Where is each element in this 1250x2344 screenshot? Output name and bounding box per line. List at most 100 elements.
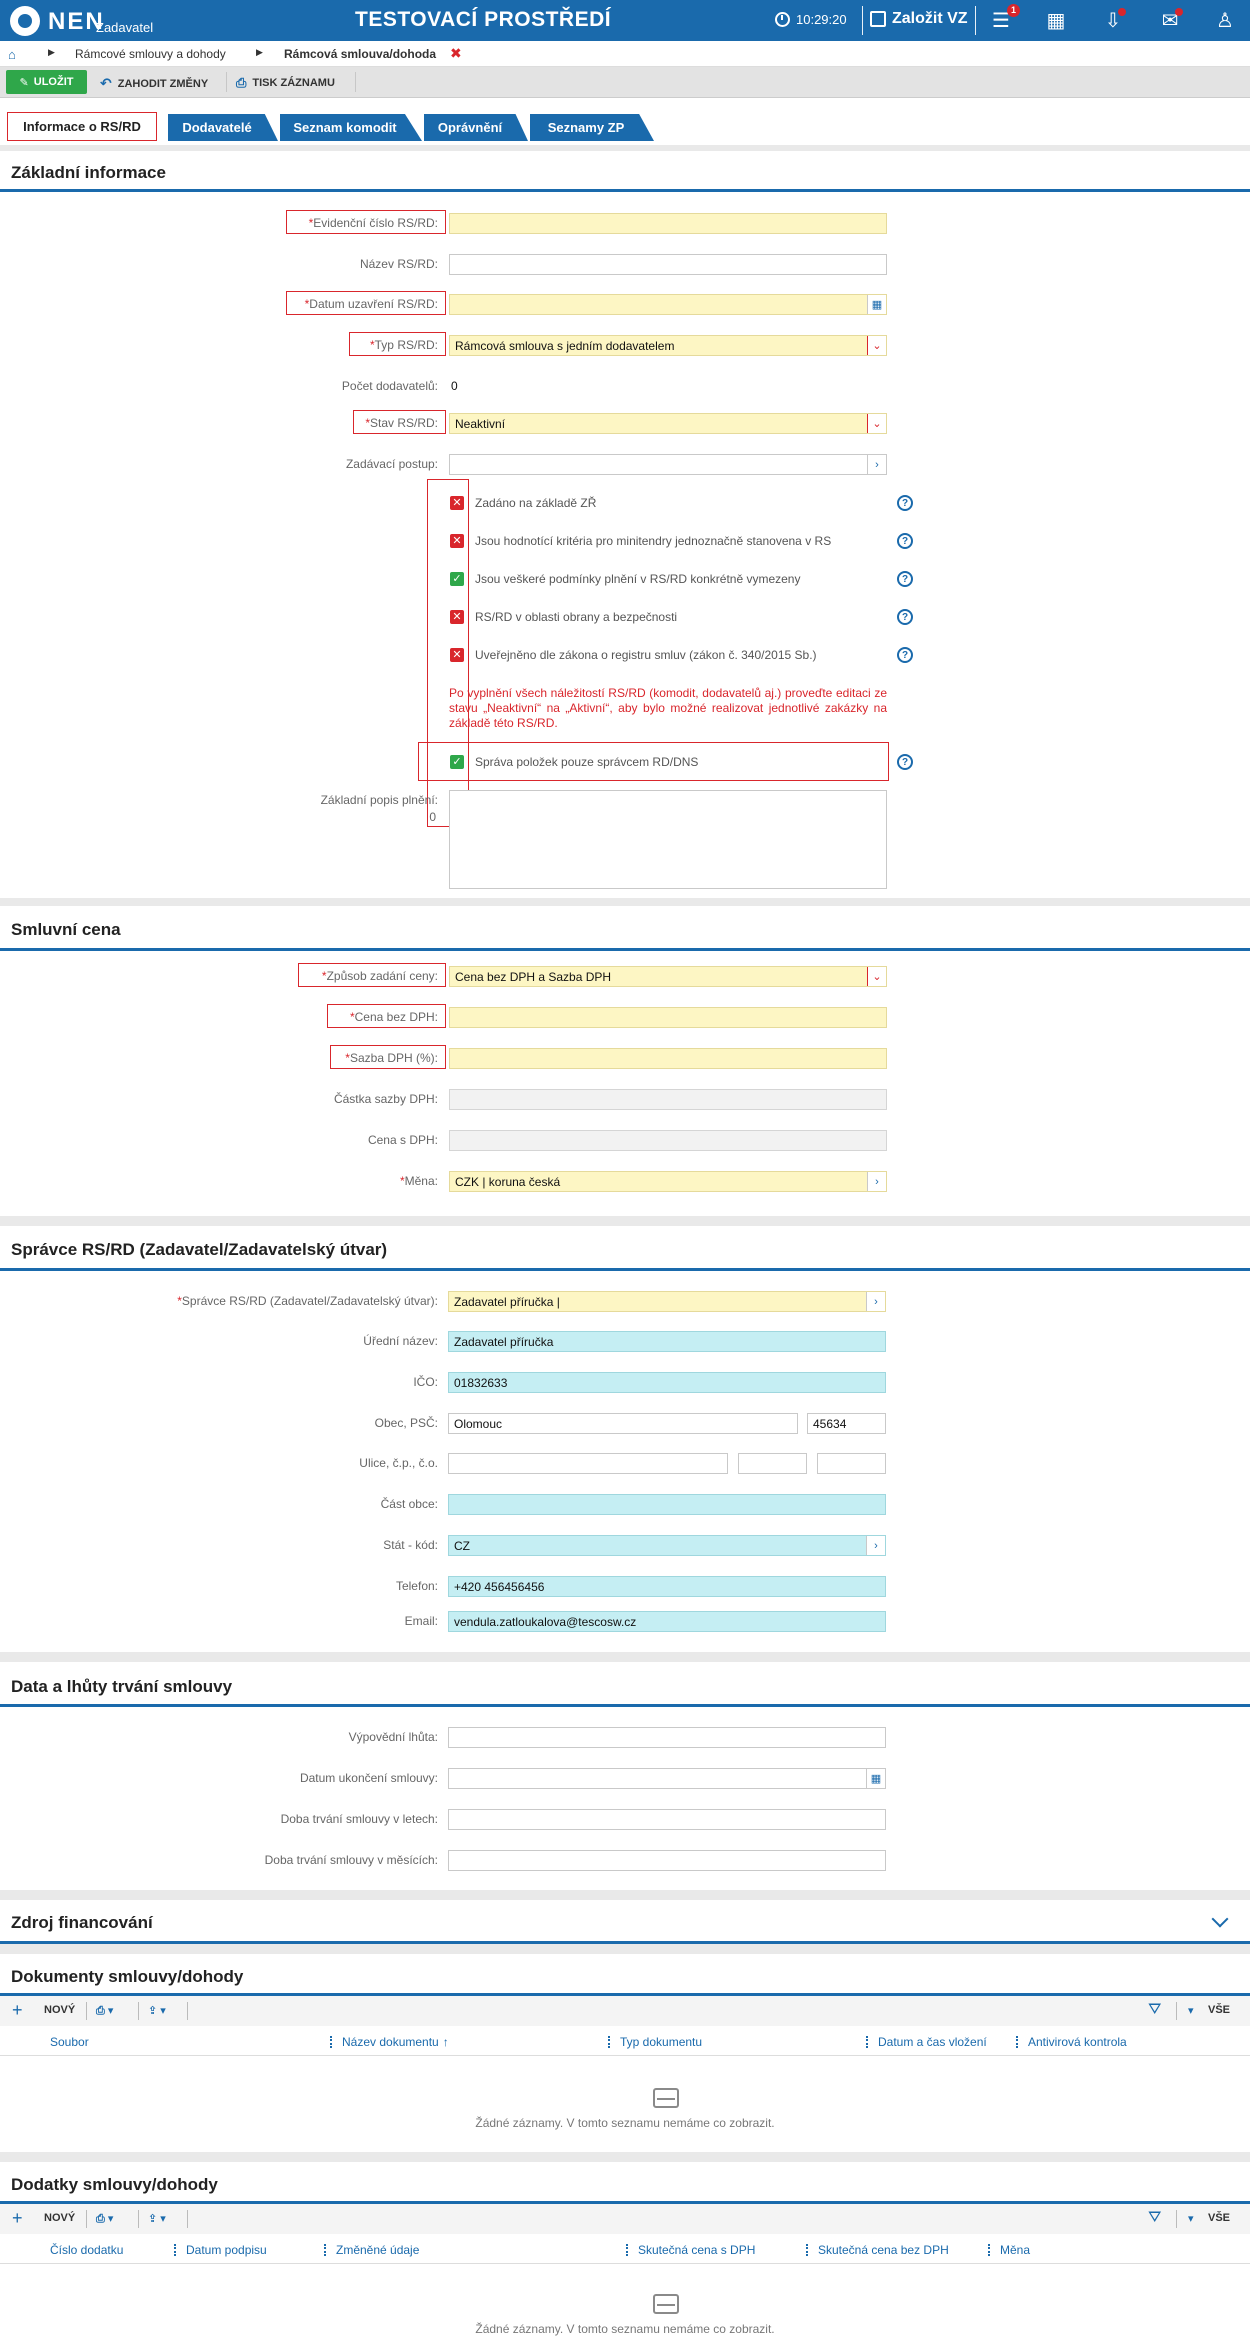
view-all-button[interactable]: VŠE: [1208, 2212, 1230, 2224]
print-icon[interactable]: ⎙ ▾: [96, 2004, 113, 2018]
column-datum-vlozeni[interactable]: Datum a čas vložení: [866, 2035, 987, 2049]
datum-ukonceni-input[interactable]: ▦: [448, 1768, 886, 1789]
cast-obce-input[interactable]: [448, 1494, 886, 1515]
column-cena-s-dph[interactable]: Skutečná cena s DPH: [626, 2243, 755, 2257]
datum-uzavreni-input[interactable]: ▦: [449, 294, 887, 315]
doba-let-input[interactable]: [448, 1809, 886, 1830]
checkbox-kriteria[interactable]: ✕: [450, 534, 464, 548]
print-button[interactable]: ⎙ TISK ZÁZNAMU: [236, 75, 335, 91]
new-document-button[interactable]: NOVÝ: [44, 2004, 75, 2016]
chevron-down-icon[interactable]: ⌄: [867, 336, 886, 355]
divider: [138, 2002, 139, 2020]
column-antivirova-kontrola[interactable]: Antivirová kontrola: [1016, 2035, 1127, 2049]
doba-mesicu-input[interactable]: [448, 1850, 886, 1871]
checkbox-registr-smluv[interactable]: ✕: [450, 648, 464, 662]
ev-cislo-input[interactable]: [449, 213, 887, 234]
zpusob-select[interactable]: Cena bez DPH a Sazba DPH ⌄: [449, 966, 887, 987]
tab-opravneni[interactable]: Oprávnění: [424, 114, 528, 141]
calendar-icon[interactable]: ▦: [866, 1769, 885, 1788]
chevron-down-icon[interactable]: ⌄: [867, 414, 886, 433]
stat-input[interactable]: CZ ›: [448, 1535, 886, 1556]
section-title: Zdroj financování: [11, 1913, 153, 1932]
tab-informace[interactable]: Informace o RS/RD: [7, 112, 157, 141]
vypovedni-lhuta-input[interactable]: [448, 1727, 886, 1748]
chevron-down-icon[interactable]: ⌄: [867, 967, 886, 986]
help-icon[interactable]: ?: [897, 754, 913, 770]
section-funding[interactable]: Zdroj financování: [0, 1900, 1250, 1944]
inbox-icon[interactable]: ⇩: [1100, 8, 1126, 32]
help-icon[interactable]: ?: [897, 571, 913, 587]
telefon-input[interactable]: +420 456456456: [448, 1576, 886, 1597]
cislo-popisne-input[interactable]: [738, 1453, 807, 1474]
breadcrumb-current[interactable]: Rámcová smlouva/dohoda: [284, 47, 436, 61]
calculator-icon[interactable]: ▦: [1043, 8, 1069, 32]
uredni-nazev-input[interactable]: Zadavatel příručka: [448, 1331, 886, 1352]
column-mena[interactable]: Měna: [988, 2243, 1030, 2257]
typ-select[interactable]: Rámcová smlouva s jedním dodavatelem ⌄: [449, 335, 887, 356]
export-icon[interactable]: ⇪ ▾: [148, 2004, 166, 2017]
ulice-input[interactable]: [448, 1453, 728, 1474]
help-icon[interactable]: ?: [897, 647, 913, 663]
mena-input[interactable]: CZK | koruna česká ›: [449, 1171, 887, 1192]
home-icon[interactable]: ⌂: [8, 47, 16, 62]
help-icon[interactable]: ?: [897, 533, 913, 549]
export-icon[interactable]: ⇪ ▾: [148, 2212, 166, 2225]
nen-logo[interactable]: NEN: [10, 6, 105, 36]
zadavaci-postup-input[interactable]: ›: [449, 454, 887, 475]
filter-icon[interactable]: ⛛: [1148, 2001, 1161, 2019]
section-underline: [0, 1941, 1250, 1944]
filter-icon[interactable]: ⛛: [1148, 2209, 1161, 2227]
psc-input[interactable]: 45634: [807, 1413, 886, 1434]
help-icon[interactable]: ?: [897, 495, 913, 511]
cislo-orientacni-input[interactable]: [817, 1453, 886, 1474]
column-typ-dokumentu[interactable]: Typ dokumentu: [608, 2035, 702, 2049]
column-cislo-dodatku[interactable]: Číslo dodatku: [50, 2243, 123, 2257]
chevron-down-icon[interactable]: [1211, 1910, 1229, 1928]
column-cena-bez-dph[interactable]: Skutečná cena bez DPH: [806, 2243, 949, 2257]
nazev-input[interactable]: [449, 254, 887, 275]
calendar-icon[interactable]: ▦: [867, 295, 886, 314]
column-datum-podpisu[interactable]: Datum podpisu: [174, 2243, 267, 2257]
chevron-right-icon[interactable]: ›: [867, 455, 886, 474]
chevron-right-icon[interactable]: ›: [866, 1536, 885, 1555]
tab-seznamy-zp[interactable]: Seznamy ZP: [530, 114, 654, 141]
column-zmenene-udaje[interactable]: Změněné údaje: [324, 2243, 419, 2257]
spravce-input[interactable]: Zadavatel příručka | ›: [448, 1291, 886, 1312]
discard-button[interactable]: ↶ ZAHODIT ZMĚNY: [100, 75, 208, 92]
ico-input[interactable]: 01832633: [448, 1372, 886, 1393]
plus-icon[interactable]: +: [12, 2000, 23, 2021]
checkbox-zadano-zr[interactable]: ✕: [450, 496, 464, 510]
column-nazev-dokumentu[interactable]: Název dokumentu ↑: [330, 2035, 449, 2049]
print-label: TISK ZÁZNAMU: [252, 77, 335, 89]
column-soubor[interactable]: Soubor: [50, 2035, 89, 2049]
close-icon[interactable]: ✖: [450, 45, 462, 62]
mena-label: *Měna:: [399, 1174, 438, 1188]
checkbox-sprava-polozek[interactable]: ✓: [450, 755, 464, 769]
chevron-right-icon[interactable]: ›: [867, 1172, 886, 1191]
breadcrumb-item[interactable]: Rámcové smlouvy a dohody: [75, 47, 226, 61]
obec-input[interactable]: Olomouc: [448, 1413, 798, 1434]
checkbox-obrana[interactable]: ✕: [450, 610, 464, 624]
user-icon[interactable]: ♙: [1212, 8, 1238, 32]
help-icon[interactable]: ?: [897, 609, 913, 625]
new-addendum-button[interactable]: NOVÝ: [44, 2212, 75, 2224]
tab-dodavatele[interactable]: Dodavatelé: [168, 114, 278, 141]
save-button[interactable]: ✎ ULOŽIT: [6, 70, 87, 94]
tab-seznam-komodit[interactable]: Seznam komodit: [280, 114, 422, 141]
cena-bez-dph-input[interactable]: [449, 1007, 887, 1028]
stav-select[interactable]: Neaktivní ⌄: [449, 413, 887, 434]
create-vz-button[interactable]: Založit VZ: [870, 10, 968, 28]
print-icon[interactable]: ⎙ ▾: [96, 2212, 113, 2226]
popis-textarea[interactable]: [449, 790, 887, 889]
menu-icon[interactable]: ☰ 1: [988, 4, 1020, 32]
checkbox-podminky[interactable]: ✓: [450, 572, 464, 586]
view-all-button[interactable]: VŠE: [1208, 2004, 1230, 2016]
mail-icon[interactable]: ✉: [1157, 8, 1183, 32]
ico-label: IČO:: [413, 1375, 438, 1389]
chevron-right-icon[interactable]: ›: [866, 1292, 885, 1311]
caret-down-icon[interactable]: ▾: [1188, 2004, 1194, 2017]
plus-icon[interactable]: +: [12, 2208, 23, 2229]
caret-down-icon[interactable]: ▾: [1188, 2212, 1194, 2225]
sazba-dph-input[interactable]: [449, 1048, 887, 1069]
email-input[interactable]: vendula.zatloukalova@tescosw.cz: [448, 1611, 886, 1632]
